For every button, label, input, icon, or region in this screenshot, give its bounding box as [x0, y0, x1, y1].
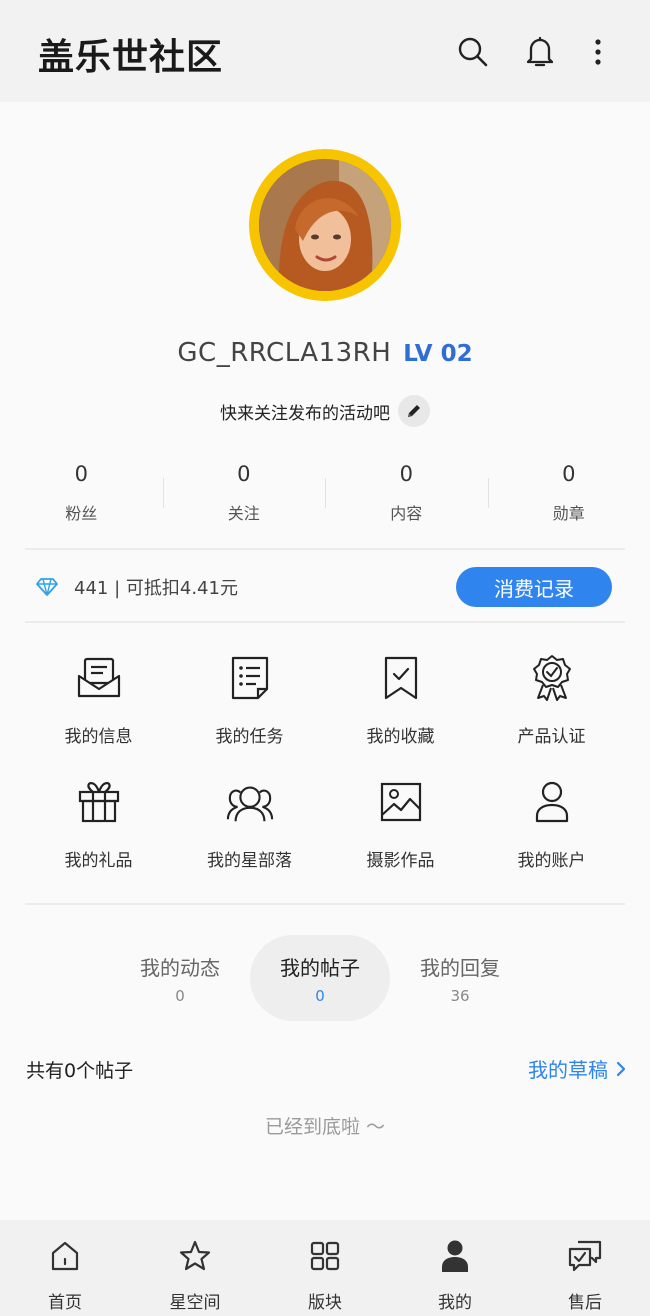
bottom-navigation: 首页 星空间 版块 我的 售后 — [0, 1220, 650, 1316]
message-envelope-icon — [75, 654, 123, 702]
tab-my-activity[interactable]: 我的动态 0 — [110, 935, 250, 1021]
tab-label: 我的帖子 — [280, 955, 360, 980]
avatar[interactable] — [259, 159, 391, 291]
divider — [25, 621, 625, 623]
divider — [25, 548, 625, 550]
support-chat-icon — [567, 1238, 603, 1274]
my-drafts-link[interactable]: 我的草稿 — [528, 1054, 626, 1083]
user-filled-icon — [437, 1238, 473, 1274]
username-row: GC_RRCLA13RH LV 02 — [0, 338, 650, 372]
tab-my-replies[interactable]: 我的回复 36 — [390, 935, 530, 1021]
grid-label: 摄影作品 — [366, 851, 435, 871]
grid-item-my-favorites[interactable]: 我的收藏 — [325, 648, 476, 754]
nav-label: 我的 — [438, 1293, 472, 1313]
nav-label: 星空间 — [169, 1293, 221, 1313]
grid-label: 我的信息 — [64, 727, 133, 747]
photo-icon — [377, 778, 425, 826]
stat-following[interactable]: 0 关注 — [162, 458, 326, 532]
search-icon[interactable] — [453, 32, 493, 72]
points-balance: 441 | 可抵扣4.41元 — [74, 578, 238, 599]
divider — [25, 903, 625, 905]
username: GC_RRCLA13RH — [177, 338, 392, 368]
content-tabs: 我的动态 0 我的帖子 0 我的回复 36 — [110, 935, 540, 1021]
nav-item-star-space[interactable]: 星空间 — [130, 1220, 260, 1316]
pencil-icon — [408, 405, 420, 417]
stat-content[interactable]: 0 内容 — [325, 458, 488, 532]
grid-label: 产品认证 — [517, 727, 586, 747]
stat-value: 0 — [562, 462, 576, 486]
stat-medals[interactable]: 0 勋章 — [487, 458, 650, 532]
stats-row: 0 粉丝 0 关注 0 内容 0 勋章 — [0, 458, 650, 532]
bio-text: 快来关注发布的活动吧 — [220, 403, 390, 424]
grid-item-my-tasks[interactable]: 我的任务 — [174, 648, 325, 754]
tab-label: 我的回复 — [420, 955, 500, 980]
tab-count: 0 — [315, 986, 325, 1005]
grid-item-product-certification[interactable]: 产品认证 — [476, 648, 627, 754]
consumption-records-button[interactable]: 消费记录 — [456, 567, 612, 607]
stat-label: 勋章 — [552, 504, 585, 523]
nav-label: 售后 — [568, 1293, 602, 1313]
user-icon — [528, 778, 576, 826]
bell-icon[interactable] — [520, 32, 560, 72]
gift-icon — [75, 778, 123, 826]
star-icon — [177, 1238, 213, 1274]
grid-label: 我的收藏 — [366, 727, 435, 747]
chevron-right-icon — [616, 1061, 626, 1076]
grid-item-my-tribe[interactable]: 我的星部落 — [174, 772, 325, 878]
tab-count: 0 — [175, 986, 185, 1005]
end-of-list-note: 已经到底啦 ～ — [264, 1116, 386, 1138]
grid-item-photography[interactable]: 摄影作品 — [325, 772, 476, 878]
grid-icon — [307, 1238, 343, 1274]
stat-fans[interactable]: 0 粉丝 — [0, 458, 163, 532]
nav-label: 首页 — [48, 1293, 82, 1313]
certified-badge-icon — [528, 654, 576, 702]
bio-row: 快来关注发布的活动吧 — [0, 395, 650, 427]
grid-item-my-gifts[interactable]: 我的礼品 — [23, 772, 174, 878]
app-header: 盖乐世社区 — [0, 0, 650, 102]
stat-label: 内容 — [390, 504, 423, 523]
drafts-label: 我的草稿 — [528, 1058, 608, 1082]
stat-value: 0 — [237, 462, 251, 486]
home-icon — [47, 1238, 83, 1274]
nav-item-home[interactable]: 首页 — [0, 1220, 130, 1316]
nav-item-boards[interactable]: 版块 — [260, 1220, 390, 1316]
stat-label: 关注 — [227, 504, 260, 523]
grid-item-my-messages[interactable]: 我的信息 — [23, 648, 174, 754]
level-badge: LV 02 — [403, 341, 473, 367]
avatar-ring[interactable] — [249, 149, 401, 301]
more-vertical-icon[interactable] — [578, 32, 618, 72]
nav-label: 版块 — [308, 1293, 342, 1313]
tab-my-posts[interactable]: 我的帖子 0 — [250, 935, 390, 1021]
stat-label: 粉丝 — [65, 504, 98, 523]
bookmark-icon — [377, 654, 425, 702]
grid-item-my-account[interactable]: 我的账户 — [476, 772, 627, 878]
diamond-icon — [36, 578, 58, 596]
app-title: 盖乐世社区 — [38, 37, 224, 78]
stat-value: 0 — [74, 462, 88, 486]
grid-label: 我的账户 — [517, 851, 586, 871]
task-list-icon — [226, 654, 274, 702]
grid-label: 我的礼品 — [64, 851, 133, 871]
post-count: 共有0个帖子 — [26, 1060, 134, 1082]
feature-grid: 我的信息 我的任务 我的收藏 产品认证 我的礼品 我的星部落 摄影作品 我的账户 — [23, 648, 627, 878]
community-icon — [226, 778, 274, 826]
grid-label: 我的星部落 — [207, 851, 292, 871]
points-row: 441 | 可抵扣4.41元 消费记录 — [36, 566, 612, 608]
nav-item-after-sales[interactable]: 售后 — [520, 1220, 650, 1316]
tab-count: 36 — [450, 986, 470, 1005]
tab-label: 我的动态 — [140, 955, 220, 980]
grid-label: 我的任务 — [215, 727, 284, 747]
edit-bio-button[interactable] — [398, 395, 430, 427]
profile-page: 盖乐世社区 GC_RRCLA13RH LV 02 快来关注发布的活动吧 0 粉丝… — [0, 0, 650, 1316]
nav-item-mine[interactable]: 我的 — [390, 1220, 520, 1316]
stat-value: 0 — [399, 462, 413, 486]
